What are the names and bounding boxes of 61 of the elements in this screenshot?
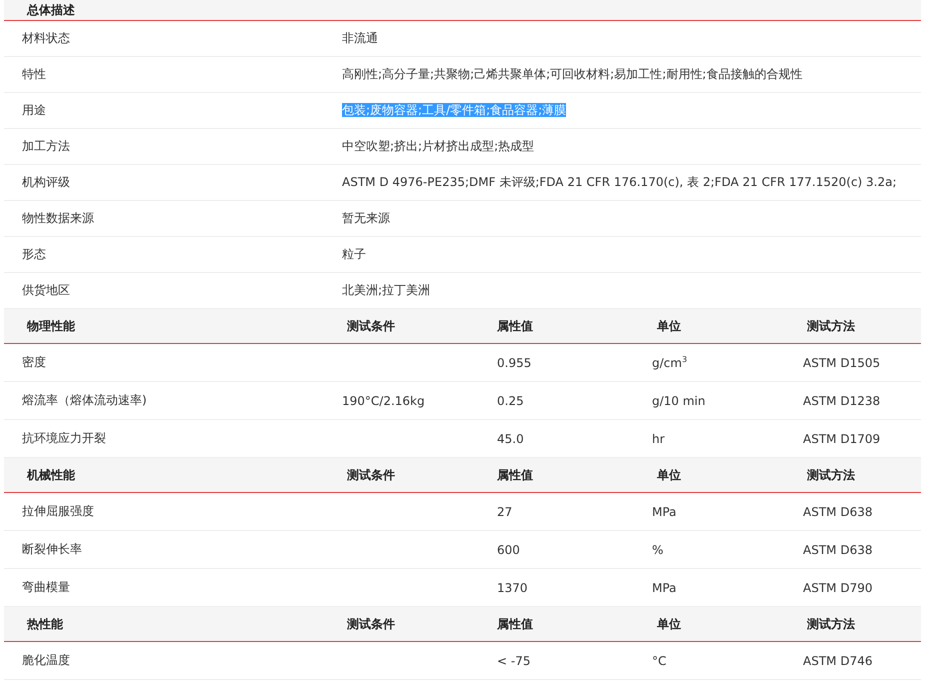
table-cell: ASTM D746 xyxy=(803,654,872,668)
row-label: 供货地区 xyxy=(22,282,71,299)
row-value: 包装;废物容器;工具/零件箱;食品容器;薄膜 xyxy=(342,103,566,117)
row-label: 机构评级 xyxy=(22,174,71,191)
row-value: 高刚性;高分子量;共聚物;己烯共聚单体;可回收材料;易加工性;耐用性;食品接触的合规性 xyxy=(342,67,802,81)
column-header: 测试方法 xyxy=(807,616,856,632)
row-value: 中空吹塑;挤出;片材挤出成型;热成型 xyxy=(342,139,534,153)
table-cell: 27 xyxy=(497,504,512,518)
column-header: 测试方法 xyxy=(807,466,856,484)
row-label: 材料状态 xyxy=(22,30,71,47)
column-header: 单位 xyxy=(657,616,682,632)
table-cell: 45.0 xyxy=(497,432,524,446)
section-title: 机械性能 xyxy=(27,466,76,484)
row-label: 形态 xyxy=(22,246,47,263)
property-name: 拉伸屈服强度 xyxy=(22,504,94,518)
row-value: 非流通 xyxy=(342,31,378,45)
table-cell: 600 xyxy=(497,542,520,556)
property-name: 熔流率（熔体流动速率) xyxy=(22,393,147,407)
property-name: 密度 xyxy=(22,355,46,369)
table-cell: MPa xyxy=(652,504,676,518)
column-header: 测试条件 xyxy=(347,318,396,334)
section-title: 总体描述 xyxy=(27,2,75,19)
table-cell: ASTM D638 xyxy=(803,504,872,518)
table-cell: 190°C/2.16kg xyxy=(342,394,425,408)
column-header: 单位 xyxy=(657,318,682,334)
column-header: 测试方法 xyxy=(807,318,856,334)
table-cell: °C xyxy=(652,654,666,668)
row-label: 物性数据来源 xyxy=(22,210,95,227)
table-cell: g/cm$^{3}$ xyxy=(652,356,688,370)
table-cell: < -75 xyxy=(497,654,530,668)
property-name: 断裂伸长率 xyxy=(22,542,82,556)
column-header: 属性值 xyxy=(497,616,534,632)
property-name: 抗环境应力开裂 xyxy=(22,431,106,445)
section-title: 热性能 xyxy=(27,616,64,632)
table-cell: MPa xyxy=(652,580,676,594)
row-label: 特性 xyxy=(22,66,47,83)
column-header: 单位 xyxy=(657,466,682,484)
table-cell: ASTM D1709 xyxy=(803,432,880,446)
row-value: 粒子 xyxy=(342,247,366,261)
column-header: 测试条件 xyxy=(347,616,396,632)
table-cell: ASTM D1238 xyxy=(803,394,880,408)
row-value: ASTM D 4976-PE235;DMF 未评级;FDA 21 CFR 176.170(c), 表 2;FDA 21 CFR 177.1520(c) 3.2a; xyxy=(342,175,897,189)
table-cell: ASTM D790 xyxy=(803,580,872,594)
table-cell: ASTM D638 xyxy=(803,542,872,556)
row-value: 暂无来源 xyxy=(342,211,390,225)
table-cell: 0.955 xyxy=(497,356,532,370)
row-value: 北美洲;拉丁美洲 xyxy=(342,283,430,297)
property-name: 弯曲模量 xyxy=(22,580,70,594)
section-title: 物理性能 xyxy=(27,318,76,334)
table-cell: hr xyxy=(652,432,665,446)
table-cell: g/10 min xyxy=(652,394,706,408)
table-cell: % xyxy=(652,542,664,556)
table-cell: ASTM D1505 xyxy=(803,356,880,370)
column-header: 属性值 xyxy=(497,318,534,334)
column-header: 测试条件 xyxy=(347,466,396,484)
property-name: 脆化温度 xyxy=(22,653,70,667)
column-header: 属性值 xyxy=(497,466,534,484)
table-cell: 1370 xyxy=(497,580,528,594)
row-label: 加工方法 xyxy=(22,138,71,155)
table-cell: 0.25 xyxy=(497,394,524,408)
row-label: 用途 xyxy=(22,102,47,119)
